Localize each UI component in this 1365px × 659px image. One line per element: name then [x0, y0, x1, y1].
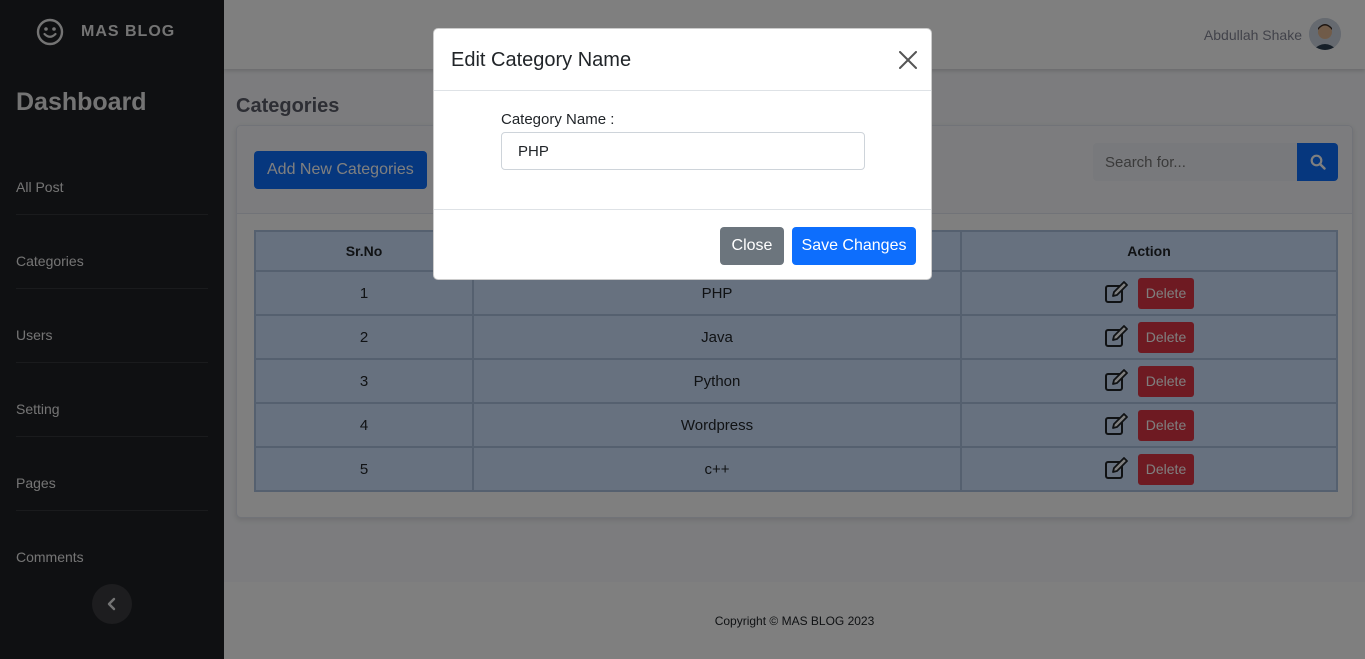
- modal-header: Edit Category Name: [434, 29, 931, 91]
- close-button[interactable]: Close: [720, 227, 784, 265]
- category-name-label: Category Name :: [501, 111, 615, 128]
- modal-title: Edit Category Name: [451, 49, 632, 71]
- category-name-input[interactable]: [501, 132, 865, 170]
- modal-body: Category Name :: [434, 91, 931, 209]
- save-changes-button[interactable]: Save Changes: [792, 227, 916, 265]
- edit-category-modal: Edit Category Name Category Name : Close…: [433, 28, 932, 280]
- modal-footer: Close Save Changes: [434, 209, 931, 281]
- close-icon[interactable]: [899, 51, 917, 69]
